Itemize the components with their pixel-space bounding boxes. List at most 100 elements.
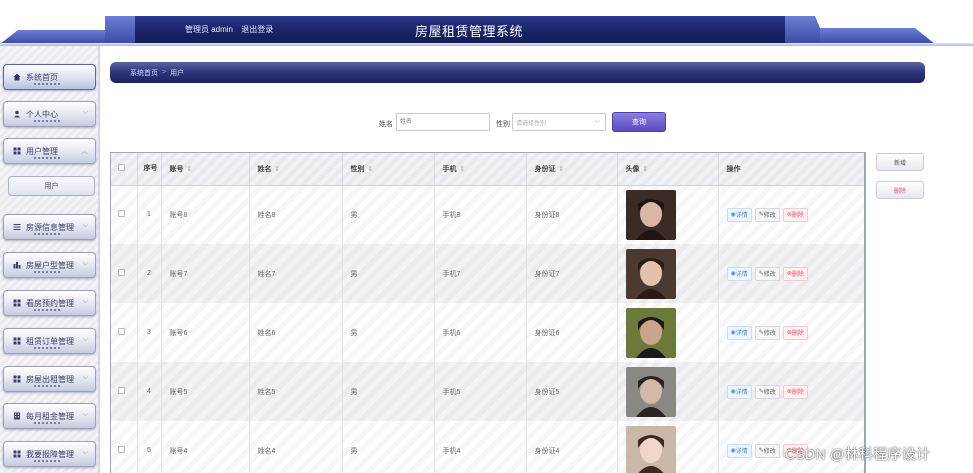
sidebar-subitem-user[interactable]: 用户 (8, 176, 95, 196)
delete-button[interactable]: ⊗ 删除 (782, 384, 808, 399)
table-row[interactable]: 1 账号8 姓名8 男手机8 身份证8 ◉ 详情 ✎ 修改 ⊗ 删除 (111, 185, 864, 244)
admin-label: 管理员 admin (185, 25, 234, 34)
row-checkbox[interactable] (118, 387, 125, 394)
sort-icon[interactable]: ⇕ (559, 166, 565, 173)
row-checkbox[interactable] (118, 328, 125, 335)
sidebar-item-label: 我要报障管理 (26, 449, 74, 459)
logout-link[interactable]: 退出登录 (241, 25, 273, 34)
row-select-cell[interactable] (111, 421, 138, 473)
menu-dots (34, 347, 62, 349)
header-account-label: 账号 (169, 165, 184, 173)
sidebar-item-monthly-rent[interactable]: 每月租金管理 ⌵ (3, 403, 96, 429)
menu-dots (34, 157, 62, 159)
breadcrumb-current: 用户 (170, 69, 185, 77)
row-select-cell[interactable] (111, 362, 138, 421)
sort-icon[interactable]: ⇕ (368, 166, 374, 173)
header-gender[interactable]: 性别 ⇕ (342, 153, 435, 186)
edit-button[interactable]: ✎ 修改 (754, 266, 780, 281)
delete-button[interactable]: ⊗ 删除 (782, 266, 808, 281)
sort-icon[interactable]: ⇕ (187, 166, 193, 173)
header-account[interactable]: 账号 ⇕ (161, 153, 250, 186)
avatar[interactable] (625, 307, 676, 358)
table-row[interactable]: 3 账号6 姓名6 男手机6 身份证6 ◉ 详情 ✎ 修改 ⊗ 删除 (111, 303, 864, 362)
delete-button[interactable]: ⊗ 删除 (782, 207, 808, 222)
header-index: 序号 (137, 153, 162, 186)
sidebar: 系统首页 个人中心 ⌵ 用户管理 ︿ 用户 房源信息管理 ⌵ 房屋户型管理 ⌵ (0, 46, 100, 473)
row-checkbox[interactable] (118, 269, 125, 276)
gender-select-placeholder: 请选择性别 (516, 120, 547, 127)
table-row[interactable]: 5 账号4 姓名4 男手机4 身份证4 ◉ 详情 ✎ 修改 ⊗ 删除 (111, 421, 864, 473)
row-checkbox[interactable] (118, 446, 125, 453)
header-name[interactable]: 姓名 ⇕ (249, 153, 343, 186)
select-all-checkbox[interactable] (118, 164, 125, 172)
header-phone[interactable]: 手机 ⇕ (434, 153, 527, 186)
row-select-cell[interactable] (111, 303, 138, 362)
search-button[interactable]: 查询 (612, 112, 666, 132)
sidebar-item-home[interactable]: 系统首页 (3, 64, 96, 90)
detail-button[interactable]: ◉ 详情 (726, 384, 752, 399)
header-id-card[interactable]: 身份证 ⇕ (526, 153, 618, 186)
edit-button[interactable]: ✎ 修改 (754, 443, 780, 458)
avatar[interactable] (625, 189, 676, 240)
chevron-down-icon: ⌵ (82, 374, 88, 381)
name-search-input[interactable] (396, 113, 490, 131)
batch-delete-button[interactable]: 删除 (876, 181, 924, 199)
cell-account: 账号6 (161, 303, 250, 362)
sidebar-item-user-management[interactable]: 用户管理 ︿ (3, 138, 96, 164)
header-avatar[interactable]: 头像 ⇕ (617, 153, 719, 186)
edit-button[interactable]: ✎ 修改 (754, 207, 780, 222)
building-icon (13, 412, 21, 420)
menu-dots (34, 120, 62, 122)
cell-name: 姓名8 (249, 185, 343, 244)
sort-icon[interactable]: ⇕ (460, 166, 466, 173)
list-icon (13, 223, 21, 231)
sort-icon[interactable]: ⇕ (643, 166, 649, 173)
menu-dots (34, 460, 62, 462)
table-row[interactable]: 4 账号5 姓名5 男手机5 身份证5 ◉ 详情 ✎ 修改 ⊗ 删除 (111, 362, 864, 421)
cell-ops: ◉ 详情 ✎ 修改 ⊗ 删除 (718, 362, 864, 421)
sidebar-item-profile[interactable]: 个人中心 ⌵ (3, 101, 96, 127)
cell-index: 5 (137, 421, 162, 473)
avatar[interactable] (625, 366, 676, 417)
detail-button[interactable]: ◉ 详情 (726, 266, 752, 281)
row-select-cell[interactable] (111, 185, 138, 244)
detail-button[interactable]: ◉ 详情 (726, 325, 752, 340)
chevron-down-icon: ⌵ (82, 109, 88, 116)
sidebar-item-listing-management[interactable]: 房源信息管理 ⌵ (3, 214, 96, 240)
table-row[interactable]: 2 账号7 姓名7 男手机7 身份证7 ◉ 详情 ✎ 修改 ⊗ 删除 (111, 244, 864, 303)
delete-button[interactable]: ⊗ 删除 (782, 325, 808, 340)
select-all-header[interactable] (111, 153, 138, 186)
grid-icon (13, 147, 21, 155)
avatar[interactable] (625, 425, 676, 473)
edit-button[interactable]: ✎ 修改 (754, 384, 780, 399)
app-title: 房屋租赁管理系统 (415, 24, 524, 39)
header-ops: 操作 (718, 153, 864, 186)
sidebar-item-fault-report[interactable]: 我要报障管理 ⌵ (3, 441, 96, 467)
cell-index: 1 (137, 185, 162, 244)
avatar[interactable] (625, 248, 676, 299)
detail-button[interactable]: ◉ 详情 (726, 443, 752, 458)
header-gender-label: 性别 (350, 165, 365, 173)
sidebar-item-viewing-appointment[interactable]: 看房预约管理 ⌵ (3, 290, 96, 316)
sidebar-item-layout-management[interactable]: 房屋户型管理 ⌵ (3, 252, 96, 278)
sidebar-item-label: 个人中心 (26, 109, 58, 119)
gender-select[interactable]: 请选择性别 ⌵ (512, 113, 606, 131)
breadcrumb: 系统首页 > 用户 (110, 62, 925, 83)
add-button[interactable]: 新增 (876, 153, 924, 171)
edit-button[interactable]: ✎ 修改 (754, 325, 780, 340)
sidebar-item-rental-order[interactable]: 租赁订单管理 ⌵ (3, 328, 96, 354)
cell-account: 账号7 (161, 244, 250, 303)
sidebar-item-label: 每月租金管理 (26, 411, 74, 421)
edit-label: 修改 (763, 390, 776, 396)
row-checkbox[interactable] (118, 210, 125, 218)
delete-label: 删除 (791, 213, 804, 220)
sidebar-item-house-rental[interactable]: 房屋出租管理 ⌵ (3, 366, 96, 392)
detail-button[interactable]: ◉ 详情 (726, 207, 752, 222)
table-header-row: 序号 账号 ⇕ 姓名 ⇕ 性别 ⇕ 手机 ⇕ 身份证 ⇕ 头像 ⇕ 操作 (111, 153, 864, 186)
cell-ops: ◉ 详情 ✎ 修改 ⊗ 删除 (718, 185, 864, 244)
cell-account: 账号4 (161, 421, 250, 473)
sort-icon[interactable]: ⇕ (275, 166, 281, 173)
breadcrumb-home[interactable]: 系统首页 (130, 68, 158, 78)
sidebar-item-label: 系统首页 (26, 72, 58, 82)
row-select-cell[interactable] (111, 244, 138, 303)
